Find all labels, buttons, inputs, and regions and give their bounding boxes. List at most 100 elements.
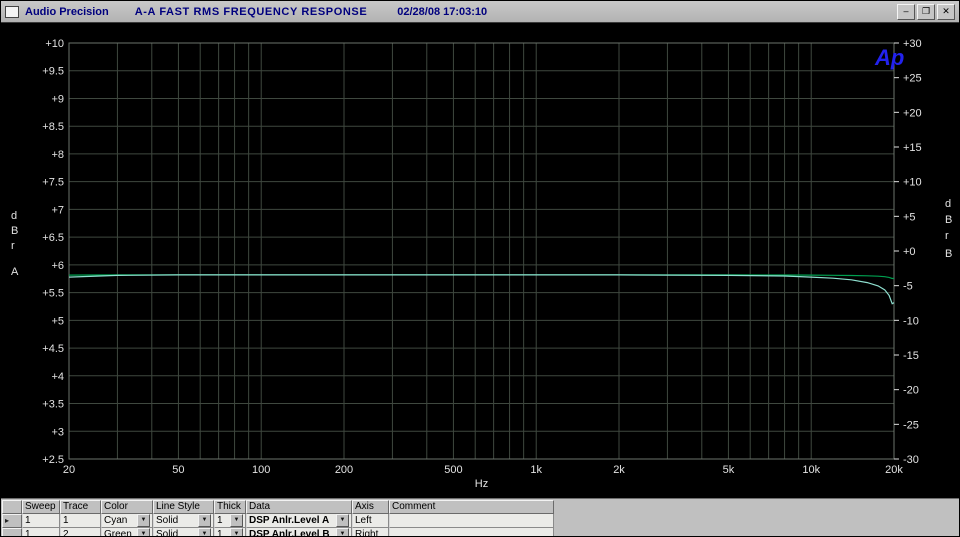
right-axis-tick-label: -5 bbox=[903, 281, 913, 293]
cell-value: 1 bbox=[217, 514, 223, 526]
cell-trace[interactable]: 1 bbox=[60, 514, 101, 528]
cell-line_style[interactable]: Solid ▼ bbox=[153, 528, 214, 536]
right-axis-tick-label: +10 bbox=[903, 177, 922, 189]
right-axis-unit-letter: B bbox=[945, 214, 952, 226]
app-icon bbox=[5, 5, 19, 18]
cell-value: 2 bbox=[63, 528, 69, 537]
right-axis-tick-label: -15 bbox=[903, 350, 919, 362]
right-axis-unit-letter: d bbox=[945, 198, 951, 210]
right-axis-tick-label: -20 bbox=[903, 385, 919, 397]
cell-color[interactable]: Cyan ▼ bbox=[101, 514, 153, 528]
left-axis-tick-label: +4 bbox=[51, 371, 64, 383]
column-header-sweep: Sweep bbox=[22, 500, 60, 514]
current-row-icon: ▸ bbox=[5, 516, 10, 525]
x-axis-tick-label: 5k bbox=[723, 464, 735, 476]
right-axis-tick-label: +20 bbox=[903, 107, 922, 119]
column-header-color: Color bbox=[101, 500, 153, 514]
dropdown-arrow-icon[interactable]: ▼ bbox=[336, 514, 349, 527]
right-axis-tick-label: +15 bbox=[903, 142, 922, 154]
cell-value: Cyan bbox=[104, 514, 128, 526]
cell-value: Right bbox=[355, 528, 379, 537]
cell-line_style[interactable]: Solid ▼ bbox=[153, 514, 214, 528]
cell-thick[interactable]: 1 ▼ bbox=[214, 528, 246, 537]
dropdown-arrow-icon[interactable]: ▼ bbox=[198, 514, 211, 527]
maximize-button[interactable]: ❐ bbox=[917, 3, 935, 20]
left-axis-tick-label: +3 bbox=[51, 426, 64, 438]
trace-table-panel: Sweep Trace Color Line Style Thick Data Axis Co… bbox=[1, 498, 959, 537]
cell-value: 1 bbox=[217, 528, 223, 537]
left-axis-unit-letter: r bbox=[11, 240, 15, 252]
frequency-response-graph: +10 +9.5 +9 +8.5 +8 +7.5 +7 +6.5 +6 +5.5 +5 +4.5 +4 +… bbox=[1, 23, 959, 498]
column-header-line-style: Line Style bbox=[153, 500, 214, 514]
column-header-data: Data bbox=[246, 500, 352, 514]
column-header-axis: Axis bbox=[352, 500, 389, 514]
cell-comment[interactable] bbox=[389, 528, 554, 536]
left-axis-tick-label: +5.5 bbox=[42, 288, 64, 300]
chart-canvas: +10 +9.5 +9 +8.5 +8 +7.5 +7 +6.5 +6 +5.5 +5 +4.5 +4 +… bbox=[11, 38, 952, 490]
cell-data[interactable]: DSP Anlr.Level A ▼ bbox=[246, 514, 352, 528]
cell-thick[interactable]: 1 ▼ bbox=[214, 514, 246, 528]
cell-data[interactable]: DSP Anlr.Level B ▼ bbox=[246, 528, 352, 536]
cell-value: Solid bbox=[156, 514, 179, 526]
row-selector[interactable]: ▸ bbox=[2, 514, 22, 528]
dropdown-arrow-icon[interactable]: ▼ bbox=[230, 528, 243, 536]
right-axis-tick-label: -30 bbox=[903, 454, 919, 466]
cell-value: DSP Anlr.Level A bbox=[249, 514, 330, 526]
minimize-button[interactable]: – bbox=[897, 3, 915, 20]
dropdown-arrow-icon[interactable]: ▼ bbox=[137, 514, 150, 527]
column-header-comment: Comment bbox=[389, 500, 554, 514]
plot-border bbox=[68, 42, 895, 460]
measurement-title: A-A FAST RMS FREQUENCY RESPONSE bbox=[134, 5, 368, 18]
cell-color[interactable]: Green ▼ bbox=[101, 528, 153, 537]
dropdown-arrow-icon[interactable]: ▼ bbox=[230, 514, 243, 527]
trace-table: Sweep Trace Color Line Style Thick Data Axis Co… bbox=[2, 500, 554, 537]
row-selector[interactable] bbox=[2, 528, 22, 536]
cell-value: Green bbox=[104, 528, 132, 537]
x-axis-tick-label: 20 bbox=[63, 464, 75, 476]
app-window: Audio Precision A-A FAST RMS FREQUENCY R… bbox=[0, 0, 960, 537]
cell-sweep[interactable]: 1 bbox=[22, 528, 60, 537]
left-axis-tick-label: +6 bbox=[51, 260, 64, 272]
right-axis-tick-label: -10 bbox=[903, 315, 919, 327]
close-button[interactable]: ✕ bbox=[937, 3, 955, 20]
x-axis-tick-label: 200 bbox=[335, 464, 353, 476]
right-axis-unit-letter: r bbox=[945, 230, 949, 242]
x-axis-unit-label: Hz bbox=[475, 478, 488, 490]
x-axis-tick-label: 2k bbox=[613, 464, 625, 476]
right-axis-tick-label: -25 bbox=[903, 419, 919, 431]
left-axis-tick-label: +4.5 bbox=[42, 343, 64, 355]
trace-left bbox=[68, 274, 895, 305]
cell-sweep[interactable]: 1 bbox=[22, 514, 60, 528]
x-axis-tick-label: 10k bbox=[802, 464, 820, 476]
left-axis-tick-label: +7.5 bbox=[42, 177, 64, 189]
left-axis-tick-label: +10 bbox=[45, 38, 64, 50]
cell-trace[interactable]: 2 bbox=[60, 528, 101, 537]
x-axis-tick-label: 50 bbox=[172, 464, 184, 476]
left-axis-tick-label: +9 bbox=[51, 93, 64, 105]
dropdown-arrow-icon[interactable]: ▼ bbox=[336, 528, 349, 536]
dropdown-arrow-icon[interactable]: ▼ bbox=[198, 528, 211, 536]
cell-value: 1 bbox=[25, 528, 31, 537]
cell-axis[interactable]: Left bbox=[352, 514, 389, 528]
cell-axis[interactable]: Right bbox=[352, 528, 389, 537]
dropdown-arrow-icon[interactable]: ▼ bbox=[137, 528, 150, 536]
right-axis-channel-label: B bbox=[945, 248, 952, 260]
ap-logo: Ap bbox=[874, 45, 904, 70]
left-axis-tick-label: +5 bbox=[51, 315, 64, 327]
left-axis-unit-letter: d bbox=[11, 210, 17, 222]
window-controls: – ❐ ✕ bbox=[897, 3, 955, 20]
left-axis-tick-label: +9.5 bbox=[42, 66, 64, 78]
title-bar: Audio Precision A-A FAST RMS FREQUENCY R… bbox=[1, 1, 959, 23]
right-axis-tick-label: +25 bbox=[903, 73, 922, 85]
left-axis-tick-label: +6.5 bbox=[42, 232, 64, 244]
x-axis-tick-label: 1k bbox=[530, 464, 542, 476]
table-row: ▸ 1 1 Cyan ▼ Solid ▼ 1 ▼ DSP Anlr.Level A ▼ Left bbox=[2, 514, 554, 528]
cell-comment[interactable] bbox=[389, 514, 554, 528]
left-axis-tick-label: +2.5 bbox=[42, 454, 64, 466]
cell-value: 1 bbox=[25, 514, 31, 526]
right-axis-tick-label: +0 bbox=[903, 246, 916, 258]
column-header-thick: Thick bbox=[214, 500, 246, 514]
left-axis-tick-label: +3.5 bbox=[42, 399, 64, 411]
x-axis-tick-label: 100 bbox=[252, 464, 270, 476]
trace-table-header-row: Sweep Trace Color Line Style Thick Data Axis Co… bbox=[2, 500, 554, 514]
